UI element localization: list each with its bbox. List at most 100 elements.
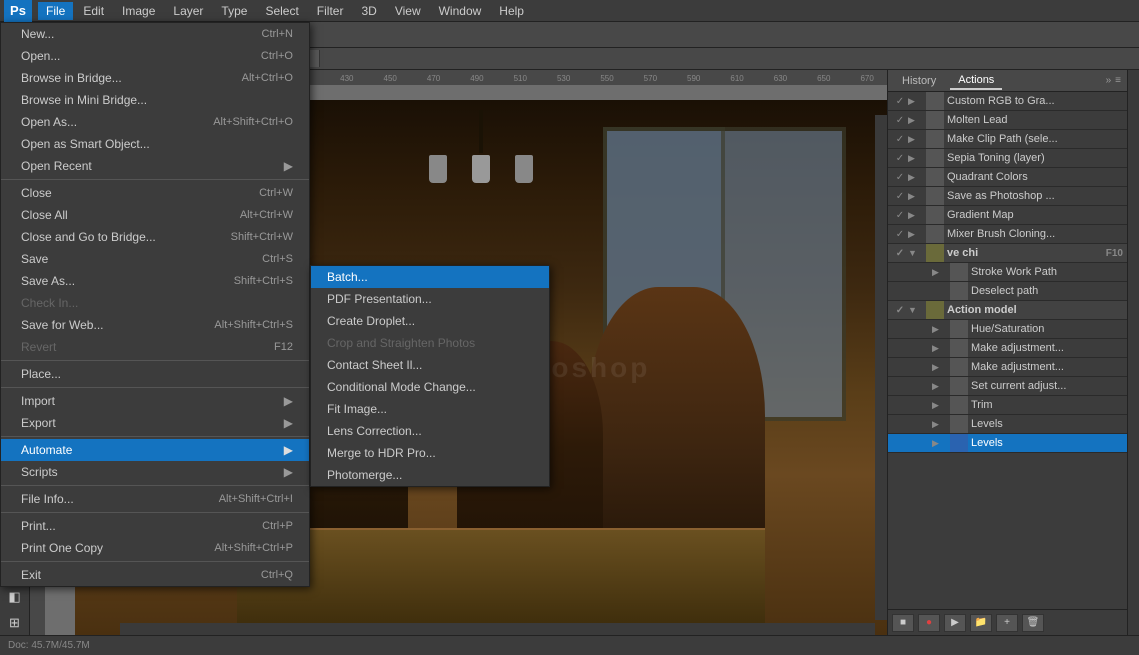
action-expand-icon[interactable]: ▶ — [908, 229, 920, 240]
panel-stop-btn[interactable]: ■ — [892, 614, 914, 632]
action-item[interactable]: ✓▶Save as Photoshop ... — [888, 187, 1127, 206]
panel-menu-icon[interactable]: ≡ — [1115, 75, 1121, 86]
scrollbar-horizontal[interactable] — [120, 623, 875, 635]
action-expand-icon[interactable]: ▶ — [932, 419, 944, 430]
panel-tab-actions[interactable]: Actions — [950, 72, 1002, 90]
menu-place[interactable]: Place... — [1, 363, 309, 385]
panel-play-btn[interactable]: ▶ — [944, 614, 966, 632]
action-item[interactable]: ✓▶Quadrant Colors — [888, 168, 1127, 187]
action-item[interactable]: ✓▶Make Clip Path (sele... — [888, 130, 1127, 149]
menu-exit[interactable]: Exit Ctrl+Q — [1, 564, 309, 586]
menu-new[interactable]: New... Ctrl+N — [1, 23, 309, 45]
menu-file[interactable]: File — [38, 2, 73, 20]
menu-browse-mini-bridge[interactable]: Browse in Mini Bridge... — [1, 89, 309, 111]
action-check[interactable]: ✓ — [892, 229, 908, 240]
action-item[interactable]: ✓▶Molten Lead — [888, 111, 1127, 130]
menu-3d[interactable]: 3D — [353, 2, 384, 20]
menu-open-smart[interactable]: Open as Smart Object... — [1, 133, 309, 155]
action-item[interactable]: Deselect path — [888, 282, 1127, 301]
panel-new-folder-btn[interactable]: 📁 — [970, 614, 992, 632]
submenu-merge-hdr[interactable]: Merge to HDR Pro... — [311, 442, 549, 464]
menu-type[interactable]: Type — [213, 2, 255, 20]
action-item[interactable]: ▶Make adjustment... — [888, 339, 1127, 358]
menu-layer[interactable]: Layer — [165, 2, 211, 20]
panel-new-action-btn[interactable]: + — [996, 614, 1018, 632]
submenu-contact-sheet[interactable]: Contact Sheet Il... — [311, 354, 549, 376]
action-check[interactable]: ✓ — [892, 134, 908, 145]
action-item[interactable]: ✓▶Custom RGB to Gra... — [888, 92, 1127, 111]
action-check[interactable]: ✓ — [892, 153, 908, 164]
submenu-lens-correction[interactable]: Lens Correction... — [311, 420, 549, 442]
action-check[interactable]: ✓ — [892, 305, 908, 316]
menu-export[interactable]: Export ▶ — [1, 412, 309, 434]
action-item[interactable]: ▶Levels — [888, 434, 1127, 453]
panel-tab-history[interactable]: History — [894, 73, 944, 89]
submenu-create-droplet[interactable]: Create Droplet... — [311, 310, 549, 332]
menu-print[interactable]: Print... Ctrl+P — [1, 515, 309, 537]
menu-import[interactable]: Import ▶ — [1, 390, 309, 412]
menu-open-as[interactable]: Open As... Alt+Shift+Ctrl+O — [1, 111, 309, 133]
menu-file-info[interactable]: File Info... Alt+Shift+Ctrl+I — [1, 488, 309, 510]
action-item[interactable]: ▶Levels — [888, 415, 1127, 434]
action-expand-icon[interactable]: ▶ — [908, 191, 920, 202]
menu-scripts[interactable]: Scripts ▶ — [1, 461, 309, 483]
action-item[interactable]: ▶Hue/Saturation — [888, 320, 1127, 339]
action-expand-icon[interactable]: ▶ — [932, 362, 944, 373]
action-check[interactable]: ✓ — [892, 115, 908, 126]
action-expand-icon[interactable]: ▶ — [908, 115, 920, 126]
action-check[interactable]: ✓ — [892, 172, 908, 183]
action-item[interactable]: ▶Stroke Work Path — [888, 263, 1127, 282]
action-expand-icon[interactable]: ▼ — [908, 305, 920, 315]
action-expand-icon[interactable]: ▶ — [908, 134, 920, 145]
menu-edit[interactable]: Edit — [75, 2, 112, 20]
action-expand-icon[interactable]: ▶ — [908, 153, 920, 164]
submenu-fit-image[interactable]: Fit Image... — [311, 398, 549, 420]
menu-print-one-copy[interactable]: Print One Copy Alt+Shift+Ctrl+P — [1, 537, 309, 559]
action-check[interactable]: ✓ — [892, 248, 908, 259]
action-check[interactable]: ✓ — [892, 96, 908, 107]
menu-close-all[interactable]: Close All Alt+Ctrl+W — [1, 204, 309, 226]
menu-close[interactable]: Close Ctrl+W — [1, 182, 309, 204]
menu-automate[interactable]: Automate ▶ — [1, 439, 309, 461]
menu-view[interactable]: View — [387, 2, 429, 20]
menu-save-web[interactable]: Save for Web... Alt+Shift+Ctrl+S — [1, 314, 309, 336]
action-item[interactable]: ✓▶Sepia Toning (layer) — [888, 149, 1127, 168]
action-item[interactable]: ✓▶Mixer Brush Cloning... — [888, 225, 1127, 244]
menu-save[interactable]: Save Ctrl+S — [1, 248, 309, 270]
menu-close-go-bridge[interactable]: Close and Go to Bridge... Shift+Ctrl+W — [1, 226, 309, 248]
action-item[interactable]: ▶Set current adjust... — [888, 377, 1127, 396]
action-item[interactable]: ✓▼Action model — [888, 301, 1127, 320]
submenu-pdf-presentation[interactable]: PDF Presentation... — [311, 288, 549, 310]
menu-open-recent[interactable]: Open Recent ▶ — [1, 155, 309, 177]
action-expand-icon[interactable]: ▶ — [932, 324, 944, 335]
action-item[interactable]: ▶Trim — [888, 396, 1127, 415]
action-expand-icon[interactable]: ▶ — [908, 210, 920, 221]
action-expand-icon[interactable]: ▶ — [932, 267, 944, 278]
menu-save-as[interactable]: Save As... Shift+Ctrl+S — [1, 270, 309, 292]
menu-filter[interactable]: Filter — [309, 2, 352, 20]
menu-open[interactable]: Open... Ctrl+O — [1, 45, 309, 67]
panel-record-btn[interactable]: ● — [918, 614, 940, 632]
menu-browse-bridge[interactable]: Browse in Bridge... Alt+Ctrl+O — [1, 67, 309, 89]
action-expand-icon[interactable]: ▶ — [932, 343, 944, 354]
panel-expand-icon[interactable]: » — [1106, 75, 1112, 86]
action-check[interactable]: ✓ — [892, 210, 908, 221]
action-expand-icon[interactable]: ▶ — [932, 438, 944, 449]
action-expand-icon[interactable]: ▼ — [908, 248, 920, 258]
menu-window[interactable]: Window — [431, 2, 490, 20]
menu-select[interactable]: Select — [257, 2, 306, 20]
submenu-batch[interactable]: Batch... — [311, 266, 549, 288]
action-item[interactable]: ✓▶Gradient Map — [888, 206, 1127, 225]
screen-mode[interactable]: ⊞ — [3, 611, 27, 635]
action-expand-icon[interactable]: ▶ — [932, 381, 944, 392]
menu-image[interactable]: Image — [114, 2, 163, 20]
submenu-photomerge[interactable]: Photomerge... — [311, 464, 549, 486]
mask-mode[interactable]: ◧ — [3, 585, 27, 609]
action-check[interactable]: ✓ — [892, 191, 908, 202]
action-item[interactable]: ✓▼ve chiF10 — [888, 244, 1127, 263]
action-item[interactable]: ▶Make adjustment... — [888, 358, 1127, 377]
action-expand-icon[interactable]: ▶ — [908, 172, 920, 183]
submenu-conditional-mode[interactable]: Conditional Mode Change... — [311, 376, 549, 398]
action-expand-icon[interactable]: ▶ — [932, 400, 944, 411]
action-expand-icon[interactable]: ▶ — [908, 96, 920, 107]
